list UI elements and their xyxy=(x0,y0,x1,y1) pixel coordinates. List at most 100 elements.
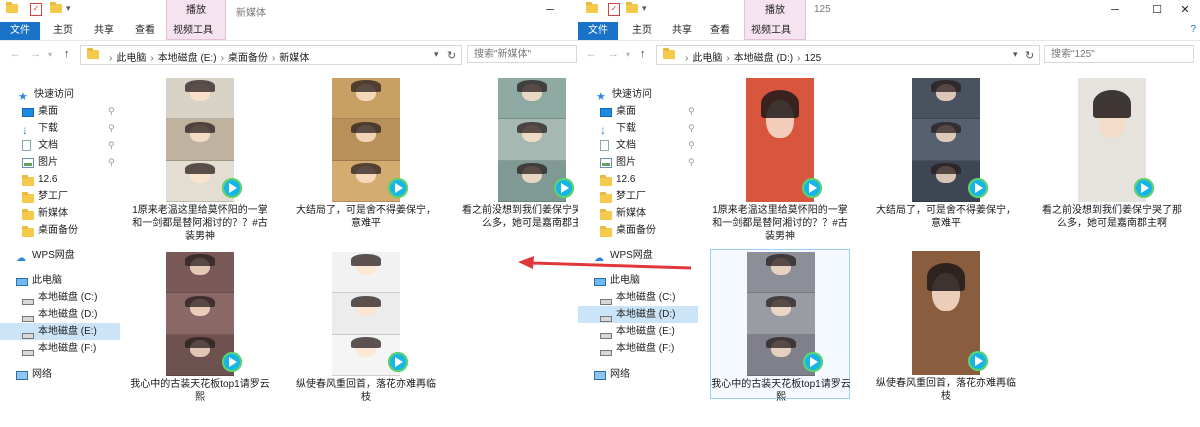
back-arrow-icon[interactable]: ← xyxy=(10,48,21,60)
video-file-item[interactable]: 看之前没想到我们姜保宁哭了那么多，她可是嘉南郡主 xyxy=(462,76,578,229)
nav-item-drive-d[interactable]: 本地磁盘 (D:) xyxy=(0,306,120,323)
nav-item-pictures[interactable]: 图片 ⚲ xyxy=(578,154,698,171)
breadcrumb-folder[interactable]: 桌面备份 xyxy=(228,53,268,64)
play-context-tab[interactable]: 播放 xyxy=(166,0,226,22)
nav-item-folder-126[interactable]: 12.6 xyxy=(0,171,120,188)
properties-icon[interactable]: ✓ xyxy=(608,3,620,16)
tab-home[interactable]: 主页 xyxy=(626,22,658,40)
nav-item-drive-f[interactable]: 本地磁盘 (F:) xyxy=(578,340,698,357)
breadcrumb-drive[interactable]: 本地磁盘 (E:) xyxy=(158,53,217,64)
address-bar[interactable]: › 此电脑 › 本地磁盘 (E:) › 桌面备份 › 新媒体 ▾ ↻ xyxy=(80,45,462,65)
customize-toolbar-icon[interactable]: ▾ xyxy=(66,3,78,15)
recent-dropdown-icon[interactable]: ▾ xyxy=(48,50,52,59)
nav-item-folder-126[interactable]: 12.6 xyxy=(578,171,698,188)
pin-icon[interactable]: ⚲ xyxy=(688,137,695,154)
tab-home[interactable]: 主页 xyxy=(47,22,79,40)
maximize-button[interactable]: ☐ xyxy=(1144,2,1170,18)
breadcrumb-current[interactable]: 新媒体 xyxy=(279,53,309,64)
tab-view[interactable]: 查看 xyxy=(129,22,161,40)
video-file-item[interactable]: 1原来老温这里给莫怀阳的一掌和一剑都是替阿湘讨的？？#古装男神 xyxy=(130,76,270,242)
minimize-button[interactable]: ─ xyxy=(537,2,563,18)
refresh-icon[interactable]: ↻ xyxy=(447,49,456,62)
nav-item-quick-access[interactable]: ★ 快速访问 xyxy=(0,86,120,103)
minimize-button[interactable]: ─ xyxy=(1102,2,1128,18)
video-file-item[interactable]: 纵使春风重回首，落花亦难再临枝 xyxy=(296,250,436,403)
search-input[interactable]: 搜索"新媒体" xyxy=(467,45,577,63)
tab-share[interactable]: 共享 xyxy=(666,22,698,40)
up-arrow-icon[interactable]: ↑ xyxy=(64,48,70,60)
video-file-item[interactable]: 1原来老温这里给莫怀阳的一掌和一剑都是替阿湘讨的？？#古装男神 xyxy=(710,76,850,242)
tab-view[interactable]: 查看 xyxy=(704,22,736,40)
recent-dropdown-icon[interactable]: ▾ xyxy=(626,50,630,59)
search-input[interactable]: 搜索"125" xyxy=(1044,45,1194,63)
nav-item-quick-access[interactable]: ★ 快速访问 xyxy=(578,86,698,103)
nav-item-desktop[interactable]: 桌面 ⚲ xyxy=(578,103,698,120)
tab-video-tools[interactable]: 视频工具 xyxy=(166,22,226,40)
pin-icon[interactable]: ⚲ xyxy=(108,154,115,171)
nav-item-new-media[interactable]: 新媒体 xyxy=(0,205,120,222)
nav-item-drive-e[interactable]: 本地磁盘 (E:) xyxy=(0,323,120,340)
pin-icon[interactable]: ⚲ xyxy=(688,103,695,120)
nav-item-network[interactable]: 网络 xyxy=(578,366,698,383)
video-file-item[interactable]: 纵使春风重回首，落花亦难再临枝 xyxy=(876,249,1016,402)
nav-item-drive-e[interactable]: 本地磁盘 (E:) xyxy=(578,323,698,340)
video-file-item[interactable]: 大结局了，可是舍不得姜保宁，意难平 xyxy=(296,76,436,229)
nav-item-drive-c[interactable]: 本地磁盘 (C:) xyxy=(0,289,120,306)
pin-icon[interactable]: ⚲ xyxy=(108,103,115,120)
nav-item-this-pc[interactable]: 此电脑 xyxy=(0,272,120,289)
nav-item-drive-f[interactable]: 本地磁盘 (F:) xyxy=(0,340,120,357)
nav-item-desktop[interactable]: 桌面 ⚲ xyxy=(0,103,120,120)
nav-item-downloads[interactable]: ↓ 下载 ⚲ xyxy=(0,120,120,137)
video-file-item[interactable]: 看之前没想到我们姜保宁哭了那么多，她可是嘉南郡主啊 xyxy=(1042,76,1182,229)
nav-item-label: 图片 xyxy=(616,157,636,168)
back-arrow-icon[interactable]: ← xyxy=(586,48,597,60)
nav-item-pictures[interactable]: 图片 ⚲ xyxy=(0,154,120,171)
nav-item-drive-d[interactable]: 本地磁盘 (D:) xyxy=(578,306,698,323)
video-file-item[interactable]: 大结局了，可是舍不得姜保宁，意难平 xyxy=(876,76,1016,229)
tab-video-tools[interactable]: 视频工具 xyxy=(744,22,806,40)
address-dropdown-icon[interactable]: ▾ xyxy=(1013,49,1018,60)
nav-item-downloads[interactable]: ↓ 下载 ⚲ xyxy=(578,120,698,137)
refresh-icon[interactable]: ↻ xyxy=(1025,49,1034,62)
pin-icon[interactable]: ⚲ xyxy=(108,120,115,137)
nav-item-dream-factory[interactable]: 梦工厂 xyxy=(0,188,120,205)
tab-file[interactable]: 文件 xyxy=(0,22,40,40)
video-file-item[interactable]: 我心中的古装天花板top1请罗云熙 xyxy=(710,249,851,403)
pin-icon[interactable]: ⚲ xyxy=(108,137,115,154)
tab-file[interactable]: 文件 xyxy=(578,22,618,40)
pin-icon[interactable]: ⚲ xyxy=(688,120,695,137)
nav-item-this-pc[interactable]: 此电脑 xyxy=(578,272,698,289)
address-dropdown-icon[interactable]: ▾ xyxy=(434,49,439,60)
window-title: 新媒体 xyxy=(236,8,266,19)
nav-item-desktop-backup[interactable]: 桌面备份 xyxy=(578,222,698,239)
nav-item-network[interactable]: 网络 xyxy=(0,366,120,383)
up-arrow-icon[interactable]: ↑ xyxy=(640,48,646,60)
nav-item-documents[interactable]: 文档 ⚲ xyxy=(578,137,698,154)
forward-arrow-icon[interactable]: → xyxy=(30,48,41,60)
forward-arrow-icon[interactable]: → xyxy=(608,48,619,60)
tab-share[interactable]: 共享 xyxy=(88,22,120,40)
nav-item-wps[interactable]: ☁ WPS网盘 xyxy=(0,247,120,264)
customize-toolbar-icon[interactable]: ▾ xyxy=(642,3,654,15)
new-folder-icon[interactable] xyxy=(626,2,638,15)
close-button[interactable]: ✕ xyxy=(1172,2,1198,18)
play-context-tab[interactable]: 播放 xyxy=(744,0,806,22)
video-player-icon xyxy=(968,351,988,371)
properties-icon[interactable]: ✓ xyxy=(30,3,42,16)
breadcrumb-drive[interactable]: 本地磁盘 (D:) xyxy=(734,53,793,64)
new-folder-icon[interactable] xyxy=(50,2,62,15)
nav-item-new-media[interactable]: 新媒体 xyxy=(578,205,698,222)
breadcrumb-this-pc[interactable]: 此电脑 xyxy=(692,53,722,64)
help-icon[interactable]: ? xyxy=(1190,24,1196,35)
explorer-window-new-media: ✓ ▾ 播放 新媒体 ─ 文件 主页 共享 查看 视频工具 ← → ▾ ↑ › 此… xyxy=(0,0,578,427)
pin-icon[interactable]: ⚲ xyxy=(688,154,695,171)
video-file-item[interactable]: 我心中的古装天花板top1请罗云熙 xyxy=(130,250,270,403)
breadcrumb-current[interactable]: 125 xyxy=(804,53,821,64)
nav-item-drive-c[interactable]: 本地磁盘 (C:) xyxy=(578,289,698,306)
nav-item-dream-factory[interactable]: 梦工厂 xyxy=(578,188,698,205)
breadcrumb-this-pc[interactable]: 此电脑 xyxy=(116,53,146,64)
nav-item-documents[interactable]: 文档 ⚲ xyxy=(0,137,120,154)
address-bar[interactable]: › 此电脑 › 本地磁盘 (D:) › 125 ▾ ↻ xyxy=(656,45,1040,65)
video-player-icon xyxy=(1134,178,1154,198)
nav-item-desktop-backup[interactable]: 桌面备份 xyxy=(0,222,120,239)
